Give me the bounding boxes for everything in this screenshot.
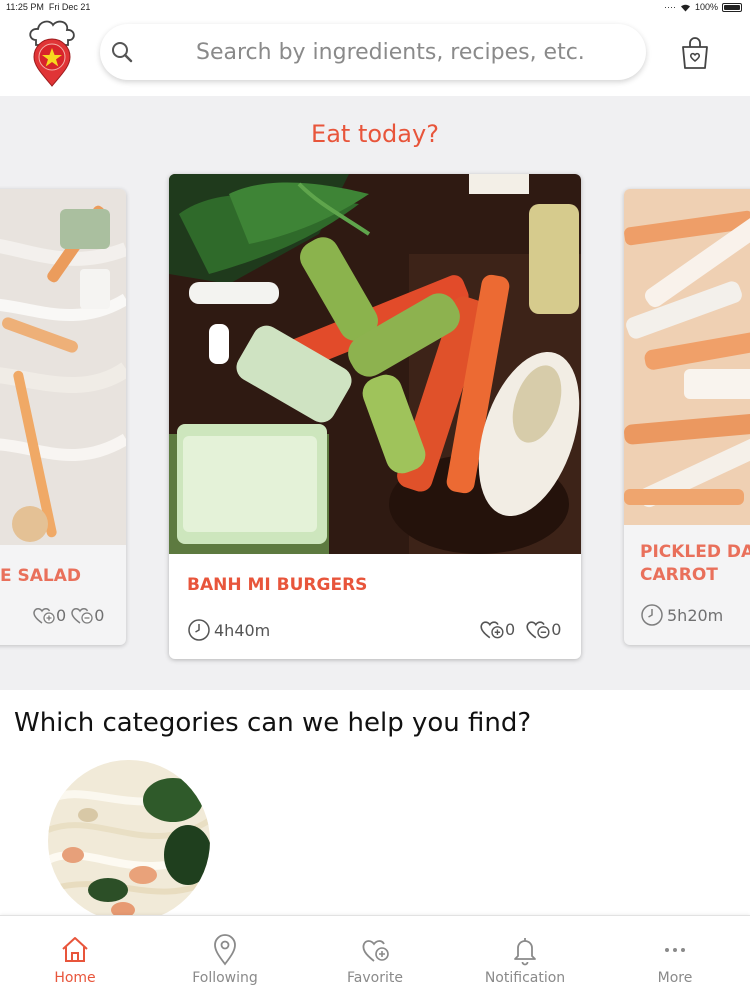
recipe-photo-banh-mi-burgers [169,174,581,554]
featured-section: Eat today? E SALAD 0 0 BANH MI BURGERS 4… [0,96,750,690]
recipe-cook-time: 5h20m [640,603,723,627]
app-header [0,14,750,96]
nav-label-following: Following [192,970,258,986]
location-pin-icon [214,934,236,966]
battery-percent: 100% [694,2,718,12]
nav-label-home: Home [54,970,96,986]
recipe-card-featured[interactable]: BANH MI BURGERS 4h40m 0 0 [169,174,581,659]
recipe-name: BANH MI BURGERS [187,575,368,595]
recipe-reactions: 0 0 [28,605,104,625]
status-time: 11:25 PM [6,2,44,12]
heart-plus-icon [362,940,389,962]
dislike-count: 0 [94,605,105,625]
like-count: 0 [56,605,67,625]
cook-time-value: 4h40m [214,620,271,640]
nav-label-more: More [657,970,693,986]
categories-heading: Which categories can we help you find? [14,708,532,738]
search-icon [112,42,133,63]
nav-item-home[interactable]: Home [0,916,150,1000]
more-dots-icon [665,948,685,952]
status-bar: 11:25 PM Fri Dec 21 ···· 100% [0,0,750,14]
dislike-count: 0 [551,619,562,639]
status-indicators: ···· 100% [664,2,742,12]
cook-time-value: 5h20m [667,605,724,625]
heart-minus-icon[interactable] [525,618,551,640]
recipe-card-left[interactable]: E SALAD 0 0 [0,189,126,645]
nav-label-notification: Notification [484,970,566,986]
recipe-name-line1: PICKLED DA [640,542,750,562]
home-icon [62,937,88,962]
recipe-card-right[interactable]: PICKLED DA CARROT 5h20m [624,189,750,645]
heart-minus-icon[interactable] [70,605,94,625]
wifi-icon [680,4,690,11]
nav-item-more[interactable]: More [600,916,750,1000]
clock-icon [641,604,663,626]
nav-label-favorite: Favorite [347,970,403,986]
search-bar[interactable] [100,24,646,80]
recipe-reactions: 0 0 [475,618,561,640]
clock-icon [188,619,210,641]
signal-dots-icon: ···· [663,2,676,12]
bottom-navigation: Home Following Favorite Notification Mor… [0,915,750,1000]
battery-icon [722,2,742,12]
recipe-photo-pickled-daikon-carrot [624,189,750,525]
heart-plus-icon[interactable] [479,618,505,640]
like-count: 0 [505,619,516,639]
status-date: Fri Dec 21 [48,2,91,12]
recipe-name-line2: CARROT [640,565,718,585]
recipe-photo-noodle-salad [0,189,126,545]
section-title: Eat today? [311,120,439,148]
search-input[interactable] [196,39,616,65]
heart-plus-icon[interactable] [32,605,56,625]
status-time-date: 11:25 PM Fri Dec 21 [6,2,90,12]
recipe-name: PICKLED DA CARROT [640,541,750,587]
chef-hat-map-pin-icon[interactable] [26,18,78,90]
nav-item-following[interactable]: Following [150,916,300,1000]
nav-item-favorite[interactable]: Favorite [300,916,450,1000]
recipe-name: E SALAD [0,566,82,586]
shopping-bag-icon[interactable] [680,36,710,70]
category-item-noodles[interactable] [48,760,210,922]
bell-icon [514,938,536,966]
recipe-cook-time: 4h40m [187,618,270,642]
category-photo [48,760,210,922]
nav-item-notification[interactable]: Notification [450,916,600,1000]
